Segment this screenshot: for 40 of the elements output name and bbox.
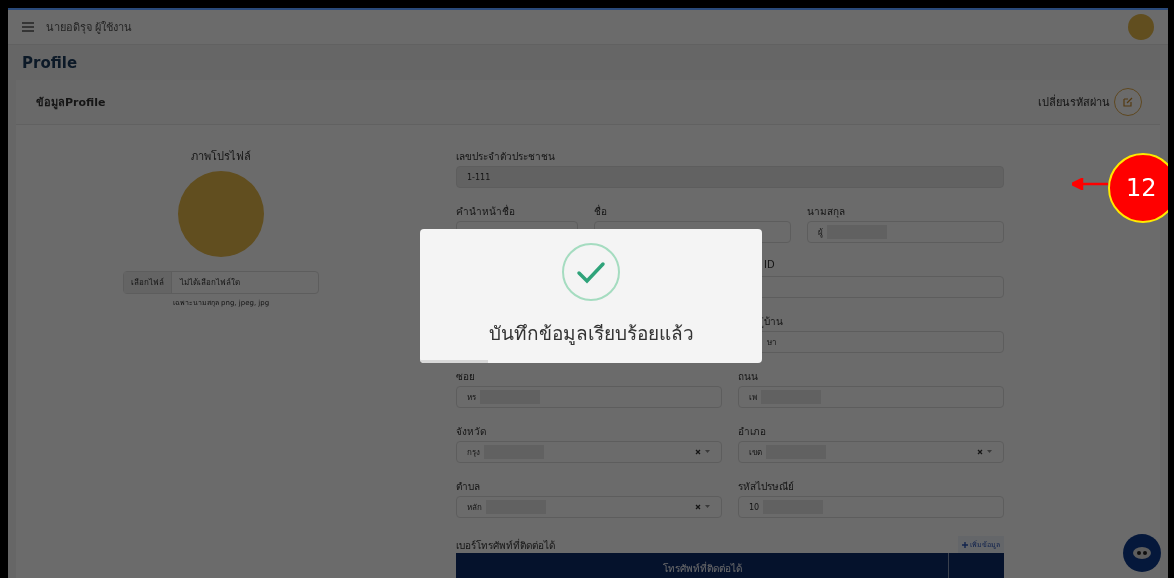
select-field[interactable]: กรุง (456, 441, 722, 463)
field-label: เบอร์โทรศัพท์ที่ติดต่อได้ (456, 538, 555, 551)
field-label: อำเภอ (738, 425, 767, 437)
input-field[interactable]: ผู้ (807, 221, 1004, 243)
field-label: คำนำหน้าชื่อ (456, 204, 516, 217)
plus-icon (962, 541, 968, 548)
field-label: เลขประจำตัวประชาชน (456, 150, 556, 162)
edit-button[interactable] (1114, 88, 1142, 116)
menu-icon[interactable] (22, 22, 34, 32)
check-icon (561, 242, 621, 302)
input-field[interactable]: เพ (738, 386, 1004, 408)
field-label: ชื่อ (594, 204, 609, 217)
clear-caret-icon (977, 449, 993, 455)
card-title: ข้อมูลProfile (36, 95, 107, 111)
field-label: นามสกุล (807, 205, 847, 217)
avatar-circle[interactable] (1128, 14, 1154, 40)
page-title: Profile (21, 53, 79, 74)
edit-icon (1123, 97, 1133, 107)
picture-label: ภาพโปรไฟล์ (191, 149, 251, 165)
clear-caret-icon (695, 449, 711, 455)
user-name: นายอดิรุจ ผู้ใช้งาน (46, 20, 134, 36)
success-message: บันทึกข้อมูลเรียบร้อยแล้ว (488, 321, 694, 347)
field-label: ถนน (738, 370, 759, 382)
field-label: ID (764, 259, 776, 272)
field-label: ตำบล (456, 480, 481, 492)
select-field[interactable]: หลัก (456, 496, 722, 518)
field-label: ซอย (456, 370, 476, 382)
field-label: จังหวัด (456, 425, 487, 437)
arrow-icon (1072, 178, 1108, 190)
input-field[interactable]: 10 (738, 496, 1004, 518)
file-input[interactable]: เลือกไฟล์ ไม่ได้เลือกไฟล์ใด (123, 271, 319, 294)
change-password-label: เปลี่ยนรหัสผ่าน (1038, 93, 1110, 111)
input-field[interactable]: หร (456, 386, 722, 408)
clear-caret-icon (695, 504, 711, 510)
field-label: ู่บ้าน (764, 315, 784, 327)
field-label: รหัสไปรษณีย์ (738, 480, 795, 492)
select-field[interactable]: เขต (738, 441, 1004, 463)
input-field: 1-111 (456, 166, 1004, 188)
column-header: โทรศัพท์ที่ติดต่อได้ (456, 553, 949, 578)
robot-icon (1132, 545, 1152, 561)
